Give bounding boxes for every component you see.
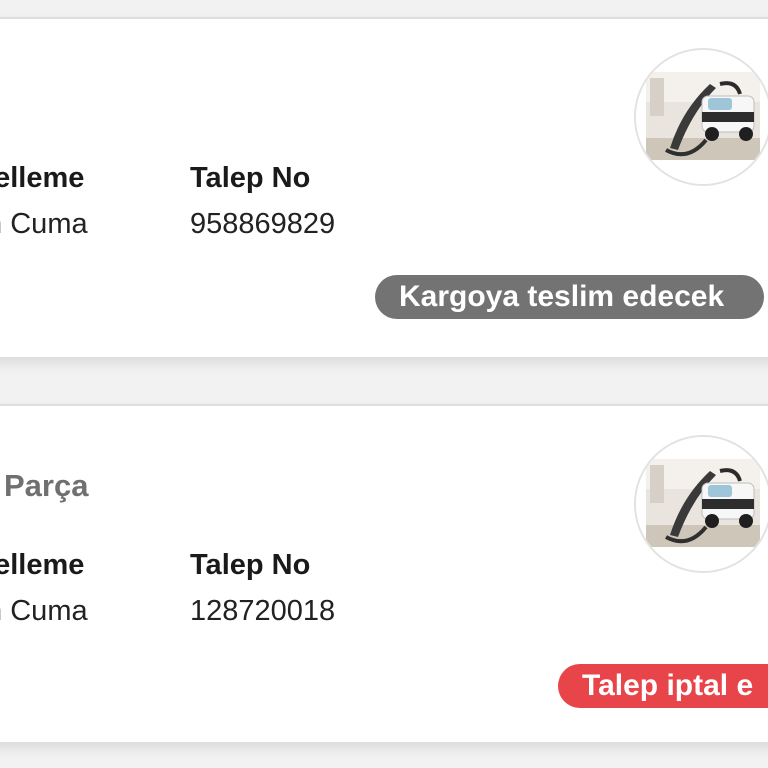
product-thumbnail[interactable]: [634, 435, 768, 573]
request-card[interactable]: Parça Güncelleme Kasım Cuma Talep No 128…: [0, 404, 768, 742]
update-value: Kasım Cuma: [0, 595, 88, 627]
update-header: Güncelleme: [0, 162, 85, 194]
request-no-value: 958869829: [190, 208, 336, 240]
product-thumbnail[interactable]: [634, 48, 768, 186]
request-no-column: Talep No 958869829: [190, 161, 335, 241]
request-no-header: Talep No: [190, 162, 311, 194]
request-card[interactable]: Güncelleme Kasım Cuma Talep No 958869829: [0, 17, 768, 357]
card-title: Parça: [4, 468, 89, 503]
status-badge: Kargoya teslim edecek: [375, 275, 765, 319]
request-no-column: Talep No 128720018: [190, 548, 335, 628]
update-column: Güncelleme Kasım Cuma: [0, 548, 88, 628]
vacuum-cleaner-icon: [636, 437, 768, 571]
update-header: Güncelleme: [0, 549, 85, 581]
vacuum-cleaner-icon: [636, 50, 768, 184]
request-no-value: 128720018: [190, 595, 336, 627]
update-value: Kasım Cuma: [0, 208, 88, 240]
update-column: Güncelleme Kasım Cuma: [0, 161, 88, 241]
request-no-header: Talep No: [190, 549, 311, 581]
request-list: Güncelleme Kasım Cuma Talep No 958869829: [0, 0, 768, 768]
status-badge: Talep iptal e: [558, 664, 768, 708]
